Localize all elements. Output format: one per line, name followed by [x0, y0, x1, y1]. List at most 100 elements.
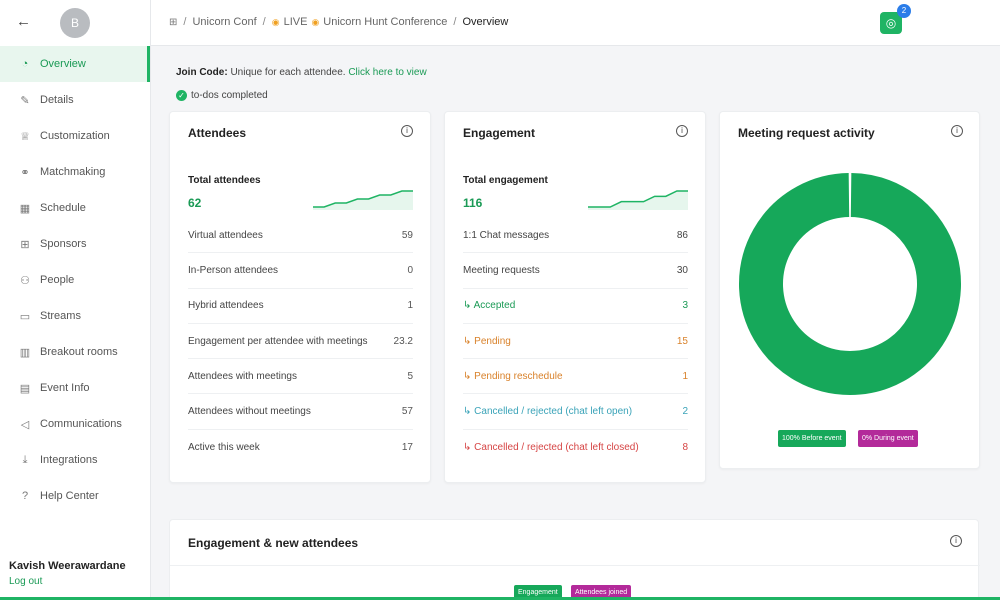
- user-block: Kavish Weerawardane Log out: [9, 560, 126, 587]
- total-engagement-label: Total engagement: [463, 175, 548, 186]
- people-icon: ⚇: [20, 274, 30, 287]
- list-item: In-Person attendees 0: [188, 253, 413, 289]
- breadcrumb-live[interactable]: LIVE: [284, 16, 308, 28]
- breadcrumb-separator: /: [262, 16, 266, 28]
- avatar[interactable]: B: [60, 8, 90, 38]
- row-label: In-Person attendees: [188, 264, 279, 276]
- edit-icon: ✎: [20, 94, 30, 107]
- list-item: Meeting requests 30: [463, 253, 688, 289]
- info-icon[interactable]: i: [950, 535, 962, 547]
- sparkline-area: [313, 191, 413, 210]
- sidebar-item-label: Matchmaking: [40, 166, 106, 178]
- total-attendees-label: Total attendees: [188, 175, 261, 186]
- sidebar-item-breakout-rooms[interactable]: ▥ Breakout rooms: [0, 334, 150, 370]
- breadcrumb-separator: /: [183, 16, 187, 28]
- meeting-activity-title: Meeting request activity: [738, 126, 875, 140]
- attendees-card: Attendees i Total attendees 62 Virtual a…: [169, 111, 431, 483]
- row-label: ↳ Cancelled / rejected (chat left closed…: [463, 441, 639, 453]
- sidebar-item-details[interactable]: ✎ Details: [0, 82, 150, 118]
- divider: [170, 565, 980, 566]
- sidebar-item-label: Overview: [40, 58, 86, 70]
- sidebar-item-overview[interactable]: ◔ Overview: [0, 46, 150, 82]
- row-value: 1: [682, 370, 688, 382]
- calendar-icon: ▦: [19, 202, 31, 215]
- document-icon: ▤: [19, 382, 31, 395]
- list-item: Engagement per attendee with meetings 23.…: [188, 324, 413, 360]
- breadcrumb-org[interactable]: Unicorn Conf: [192, 16, 256, 28]
- meeting-activity-donut: [739, 173, 961, 395]
- engagement-sparkline: [588, 190, 688, 210]
- list-item: Virtual attendees 59: [188, 218, 413, 254]
- sidebar-item-label: Details: [40, 94, 74, 106]
- row-value: 59: [401, 229, 413, 241]
- row-label: Attendees with meetings: [188, 370, 297, 382]
- breadcrumb-event[interactable]: Unicorn Hunt Conference: [323, 16, 447, 28]
- overview-icon: ◔: [21, 58, 29, 70]
- help-icon: ?: [21, 490, 29, 502]
- list-item: Attendees with meetings 5: [188, 359, 413, 395]
- engagement-title: Engagement: [463, 126, 536, 140]
- row-value: 3: [682, 300, 688, 312]
- legend-during-event: 0% During event: [858, 430, 918, 447]
- info-icon[interactable]: i: [951, 125, 963, 137]
- logout-link[interactable]: Log out: [9, 576, 126, 587]
- join-code-text: Unique for each attendee.: [230, 67, 346, 78]
- sidebar-item-schedule[interactable]: ▦ Schedule: [0, 190, 150, 226]
- sidebar-item-label: Streams: [40, 310, 81, 322]
- live-icon: ◉: [271, 16, 280, 27]
- sidebar-item-streams[interactable]: ▭ Streams: [0, 298, 150, 334]
- join-code-link[interactable]: Click here to view: [348, 67, 426, 78]
- row-value: 8: [682, 441, 688, 453]
- total-engagement-value: 116: [463, 196, 483, 210]
- row-value: 15: [676, 335, 688, 347]
- sidebar-item-customization[interactable]: ♕ Customization: [0, 118, 150, 154]
- user-name: Kavish Weerawardane: [9, 560, 126, 572]
- breadcrumb-separator: /: [453, 16, 457, 28]
- sidebar-item-label: Sponsors: [40, 238, 87, 250]
- info-icon[interactable]: i: [401, 125, 413, 137]
- info-icon[interactable]: i: [676, 125, 688, 137]
- sidebar-item-help-center[interactable]: ? Help Center: [0, 478, 150, 514]
- join-code-line: Join Code: Unique for each attendee. Cli…: [176, 67, 427, 78]
- sidebar-item-label: Breakout rooms: [40, 346, 118, 358]
- sidebar-item-event-info[interactable]: ▤ Event Info: [0, 370, 150, 406]
- breadcrumb-current: Overview: [462, 16, 509, 28]
- door-icon: ▥: [19, 346, 31, 359]
- sidebar-item-matchmaking[interactable]: ⚭ Matchmaking: [0, 154, 150, 190]
- list-item: Attendees without meetings 57: [188, 394, 413, 430]
- sidebar-nav: ◔ Overview ✎ Details ♕ Customization ⚭ Match…: [0, 46, 150, 514]
- breadcrumb: ⊞ / Unicorn Conf / ◉ LIVE ◉ Unicorn Hunt…: [169, 16, 508, 28]
- list-item: Hybrid attendees 1: [188, 289, 413, 324]
- attendees-rows: Virtual attendees 59 In-Person attendees 0…: [188, 218, 413, 465]
- row-value: 30: [676, 264, 688, 276]
- list-item: Active this week 17: [188, 430, 413, 465]
- check-circle-icon: ✓: [176, 90, 187, 101]
- row-label: Virtual attendees: [188, 229, 263, 241]
- sidebar-item-label: Customization: [40, 130, 110, 142]
- back-arrow-icon[interactable]: ←: [16, 13, 31, 30]
- row-label: Engagement per attendee with meetings: [188, 335, 368, 347]
- broadcast-icon: ◎: [885, 16, 897, 30]
- row-value: 17: [401, 441, 413, 453]
- join-code-label: Join Code:: [176, 67, 228, 78]
- row-value: 5: [407, 370, 413, 382]
- sidebar-item-people[interactable]: ⚇ People: [0, 262, 150, 298]
- sidebar-item-communications[interactable]: ◁ Communications: [0, 406, 150, 442]
- engagement-rows: 1:1 Chat messages 86 Meeting requests 30 ↳…: [463, 218, 688, 465]
- engagement-new-attendees-title: Engagement & new attendees: [188, 536, 359, 550]
- sidebar-item-sponsors[interactable]: ⊞ Sponsors: [0, 226, 150, 262]
- apps-grid-icon[interactable]: ⊞: [169, 17, 177, 28]
- sidebar-item-label: Communications: [40, 418, 122, 430]
- sidebar-item-label: Schedule: [40, 202, 86, 214]
- row-label: ↳ Cancelled / rejected (chat left open): [463, 406, 633, 418]
- row-label: Meeting requests: [463, 264, 540, 276]
- grid-icon: ⊞: [20, 238, 30, 251]
- sidebar-item-integrations[interactable]: ⤓ Integrations: [0, 442, 150, 478]
- donut-slice-0: [739, 173, 961, 395]
- row-value: 1: [407, 300, 413, 312]
- notification-count-badge: 2: [897, 4, 911, 18]
- attendees-title: Attendees: [188, 126, 247, 140]
- list-item: 1:1 Chat messages 86: [463, 218, 688, 254]
- sidebar-item-label: Integrations: [40, 454, 98, 466]
- download-icon: ⤓: [22, 453, 28, 466]
